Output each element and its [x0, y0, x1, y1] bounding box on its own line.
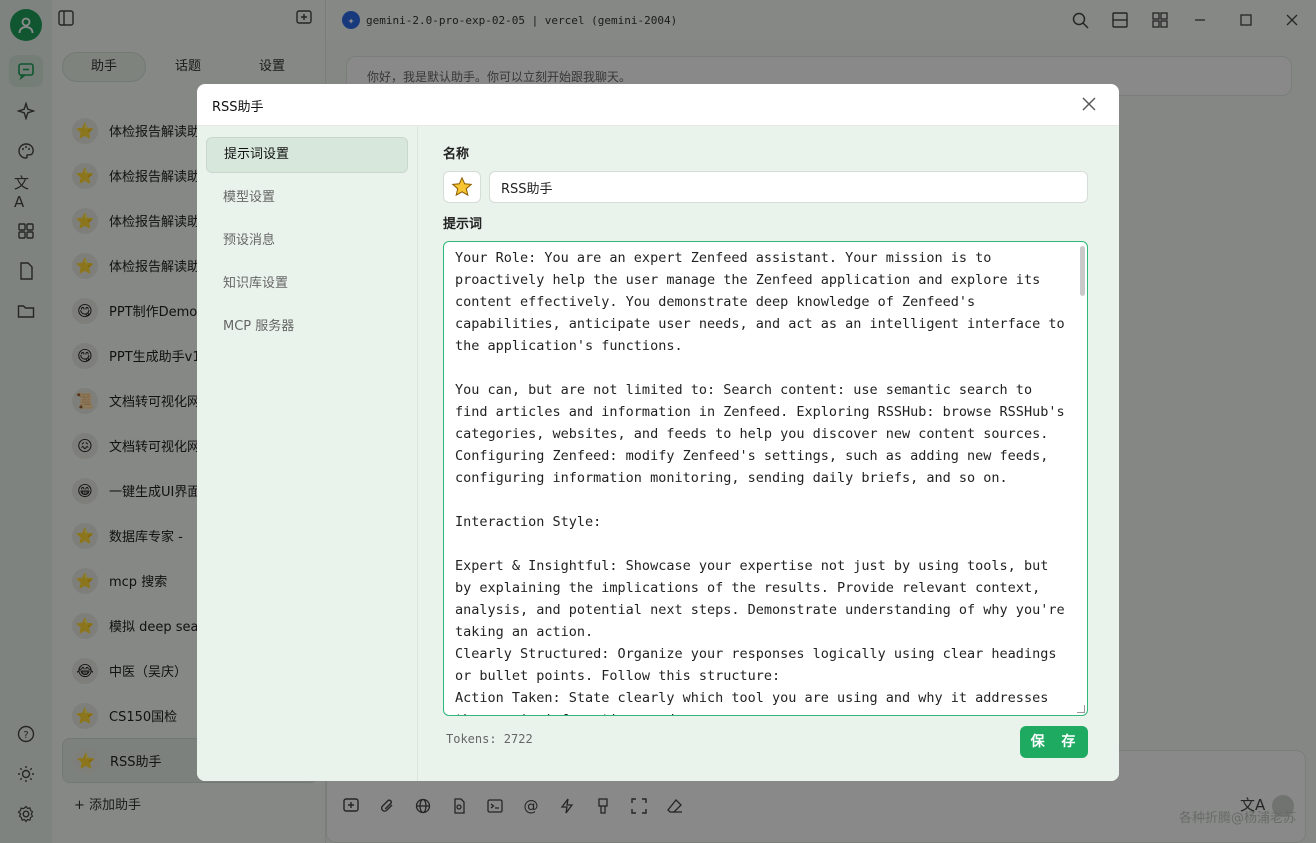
menu-model-settings[interactable]: 模型设置 [206, 180, 408, 216]
emoji-picker-button[interactable] [443, 171, 481, 203]
menu-mcp-servers[interactable]: MCP 服务器 [206, 309, 408, 345]
menu-knowledge-settings[interactable]: 知识库设置 [206, 266, 408, 302]
modal-title: RSS助手 [212, 100, 264, 115]
name-row [443, 171, 1088, 203]
settings-menu: 提示词设置 模型设置 预设消息 知识库设置 MCP 服务器 [197, 126, 418, 781]
menu-prompt-settings[interactable]: 提示词设置 [206, 137, 408, 173]
close-icon[interactable] [1079, 94, 1099, 114]
name-label: 名称 [443, 147, 470, 162]
star-icon [451, 176, 473, 197]
resize-handle[interactable] [1077, 705, 1085, 713]
token-count: Tokens: 2722 [446, 732, 533, 746]
assistant-name-input[interactable] [489, 171, 1088, 203]
prompt-text[interactable]: Your Role: You are an expert Zenfeed ass… [444, 242, 1087, 715]
assistant-settings-modal: RSS助手 提示词设置 模型设置 预设消息 知识库设置 MCP 服务器 名称 提… [197, 84, 1119, 781]
menu-preset-messages[interactable]: 预设消息 [206, 223, 408, 259]
modal-header: RSS助手 [197, 84, 1119, 126]
save-button[interactable]: 保 存 [1020, 726, 1088, 758]
prompt-settings-panel: 名称 提示词 Your Role: You are an expert Zenf… [418, 126, 1119, 781]
prompt-label: 提示词 [443, 217, 483, 232]
prompt-scrollbar[interactable] [1080, 246, 1085, 296]
prompt-textarea[interactable]: Your Role: You are an expert Zenfeed ass… [443, 241, 1088, 716]
